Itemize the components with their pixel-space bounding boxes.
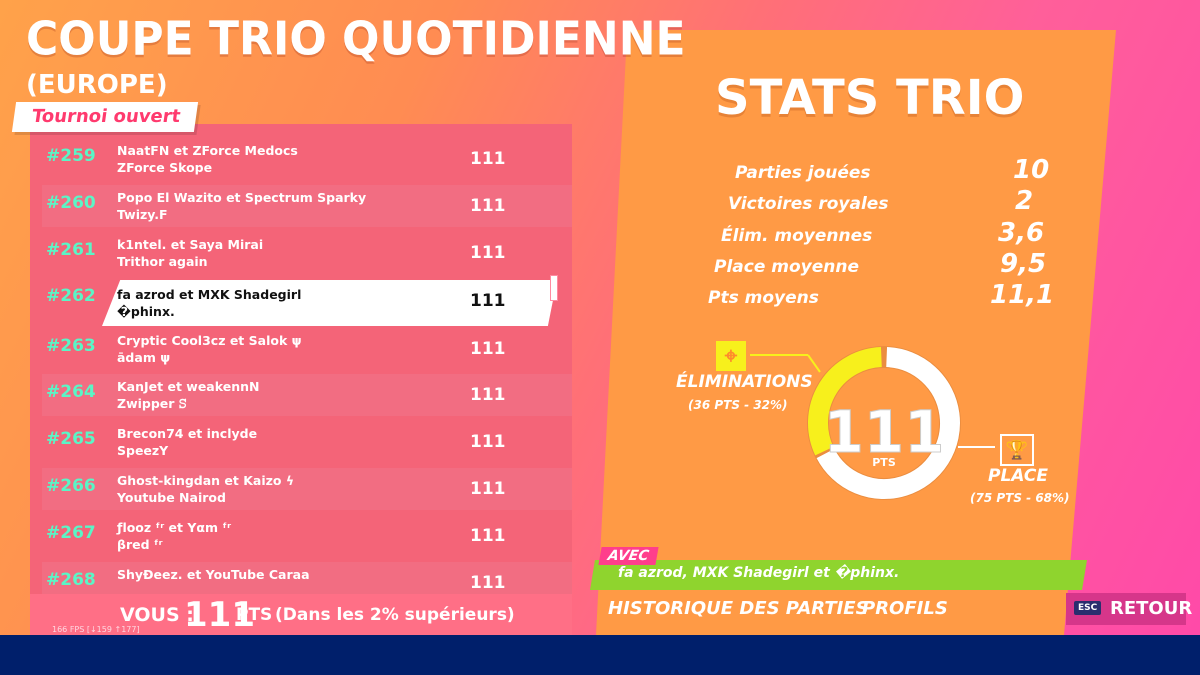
row-team-line2: Zwipper ꕶ	[117, 396, 187, 411]
row-team-names: ƒlooz ᶠʳ et Yαm ᶠʳ βred ᶠʳ	[117, 519, 231, 553]
leaderboard-row[interactable]: #263 Cryptic Cool3cz et Salok ψ ādam ψ 1…	[42, 328, 572, 370]
your-score-unit: PTS	[236, 605, 273, 625]
row-team-line1: ShyÐeez. et YouTube Caraa	[117, 567, 310, 582]
leaderboard-row-selected[interactable]: #262 fa azrod et MXK Shadegirl �phinx. 1…	[42, 278, 572, 326]
row-rank: #267	[46, 523, 96, 543]
row-team-line2: ādam ψ	[117, 350, 171, 365]
row-points: 111	[470, 196, 506, 216]
row-rank: #266	[46, 476, 96, 496]
row-team-line2: Trithor again	[117, 254, 208, 269]
stat-label: Élim. moyennes	[721, 226, 873, 246]
eliminations-detail: (36 PTS - 32%)	[688, 398, 788, 412]
your-percentile: (Dans les 2% supérieurs)	[275, 605, 515, 625]
page-title: COUPE TRIO QUOTIDIENNE	[26, 12, 686, 67]
row-team-line1: Brecon74 et inclyde	[117, 426, 258, 441]
place-detail: (75 PTS - 68%)	[970, 491, 1070, 505]
region-label: (EUROPE)	[26, 70, 168, 100]
esc-key-icon: ESC	[1074, 601, 1102, 615]
row-points: 111	[470, 432, 506, 452]
row-team-line1: KanJet et weakennN	[117, 379, 260, 394]
trophy-icon: 🏆	[1000, 434, 1034, 466]
row-team-line1: NaatFN et ZForce Medocs	[117, 143, 298, 158]
leaderboard-row[interactable]: #268 ShyÐeez. et YouTube Caraa 111	[42, 562, 572, 594]
stat-label: Parties jouées	[735, 163, 871, 183]
leaderboard-row[interactable]: #260 Popo El Wazito et Spectrum Sparky T…	[42, 185, 572, 227]
tournament-status-badge: Tournoi ouvert	[11, 102, 199, 132]
row-team-line1: k1ntel. et Saya Mirai	[117, 237, 264, 252]
profiles-link[interactable]: PROFILS	[862, 598, 948, 619]
row-team-names: fa azrod et MXK Shadegirl �phinx.	[117, 286, 301, 320]
row-points: 111	[470, 479, 506, 499]
leaderboard-row[interactable]: #264 KanJet et weakennN Zwipper ꕶ 111	[42, 374, 572, 416]
teammates-badge: AVEC	[598, 547, 659, 565]
stats-title: STATS TRIO	[715, 70, 1025, 126]
row-points: 111	[470, 291, 506, 311]
your-score-label: VOUS :	[120, 604, 194, 626]
row-rank: #265	[46, 429, 96, 449]
game-screen: COUPE TRIO QUOTIDIENNE (EUROPE) #259 Naa…	[0, 0, 1200, 635]
leaderboard-row[interactable]: #267 ƒlooz ᶠʳ et Yαm ᶠʳ βred ᶠʳ 111	[42, 515, 572, 557]
row-points: 111	[470, 243, 506, 263]
row-rank: #268	[46, 570, 96, 590]
row-rank: #259	[46, 146, 96, 166]
stat-value: 2	[1015, 186, 1034, 216]
row-team-line2: βred ᶠʳ	[117, 537, 163, 552]
row-team-line2: ZForce Skope	[117, 160, 213, 175]
row-points: 111	[470, 573, 506, 593]
row-points: 111	[470, 339, 506, 359]
row-team-line1: Popo El Wazito et Spectrum Sparky	[117, 190, 367, 205]
leaderboard-row[interactable]: #259 NaatFN et ZForce Medocs ZForce Skop…	[42, 138, 572, 180]
place-label: PLACE	[988, 466, 1049, 486]
back-button-label: RETOUR	[1110, 598, 1193, 619]
stat-label: Victoires royales	[728, 194, 889, 214]
leaderboard-row[interactable]: #261 k1ntel. et Saya Mirai Trithor again…	[42, 232, 572, 274]
bottom-band	[0, 635, 1200, 675]
row-team-names: ShyÐeez. et YouTube Caraa	[117, 566, 310, 583]
row-team-line2: �phinx.	[117, 304, 175, 319]
row-team-names: Cryptic Cool3cz et Salok ψ ādam ψ	[117, 332, 302, 366]
row-team-names: Brecon74 et inclyde SpeezY	[117, 425, 257, 459]
eliminations-label: ÉLIMINATIONS	[676, 372, 813, 392]
row-points: 111	[470, 149, 506, 169]
fps-counter: 166 FPS [↓159 ↑177]	[52, 625, 140, 634]
stat-label: Place moyenne	[714, 257, 860, 277]
row-team-names: k1ntel. et Saya Mirai Trithor again	[117, 236, 263, 270]
stat-value: 3,6	[998, 218, 1045, 248]
row-rank: #263	[46, 336, 96, 356]
leaderboard-row[interactable]: #265 Brecon74 et inclyde SpeezY 111	[42, 421, 572, 463]
row-points: 111	[470, 385, 506, 405]
stat-value: 9,5	[1000, 249, 1047, 279]
teammates-names: fa azrod, MXK Shadegirl et �phinx.	[618, 565, 900, 581]
stat-value: 11,1	[990, 280, 1055, 310]
row-team-names: KanJet et weakennN Zwipper ꕶ	[117, 378, 259, 412]
row-team-line1: Ghost-kingdan et Kaizo ϟ	[117, 473, 295, 488]
leaderboard[interactable]: #259 NaatFN et ZForce Medocs ZForce Skop…	[30, 124, 572, 594]
stat-label: Pts moyens	[708, 288, 819, 308]
row-rank: #264	[46, 382, 96, 402]
row-team-line1: fa azrod et MXK Shadegirl	[117, 287, 302, 302]
row-team-names: Ghost-kingdan et Kaizo ϟ Youtube Nairod	[117, 472, 294, 506]
row-rank: #261	[46, 240, 96, 260]
row-team-names: Popo El Wazito et Spectrum Sparky Twizy.…	[117, 189, 366, 223]
crosshair-icon: ⌖	[716, 341, 746, 371]
stat-value: 10	[1013, 155, 1050, 185]
row-team-line1: ƒlooz ᶠʳ et Yαm ᶠʳ	[117, 520, 232, 535]
row-rank: #260	[46, 193, 96, 213]
leaderboard-row[interactable]: #266 Ghost-kingdan et Kaizo ϟ Youtube Na…	[42, 468, 572, 510]
back-button[interactable]: ESC RETOUR	[1066, 593, 1192, 625]
row-team-line2: Twizy.F	[117, 207, 168, 222]
row-team-line1: Cryptic Cool3cz et Salok ψ	[117, 333, 302, 348]
row-points: 111	[470, 526, 506, 546]
match-history-link[interactable]: HISTORIQUE DES PARTIES	[608, 598, 869, 619]
row-team-line2: SpeezY	[117, 443, 169, 458]
row-team-line2: Youtube Nairod	[117, 490, 226, 505]
row-rank: #262	[46, 286, 96, 306]
leaderboard-scrollbar[interactable]	[550, 275, 558, 301]
row-team-names: NaatFN et ZForce Medocs ZForce Skope	[117, 142, 298, 176]
